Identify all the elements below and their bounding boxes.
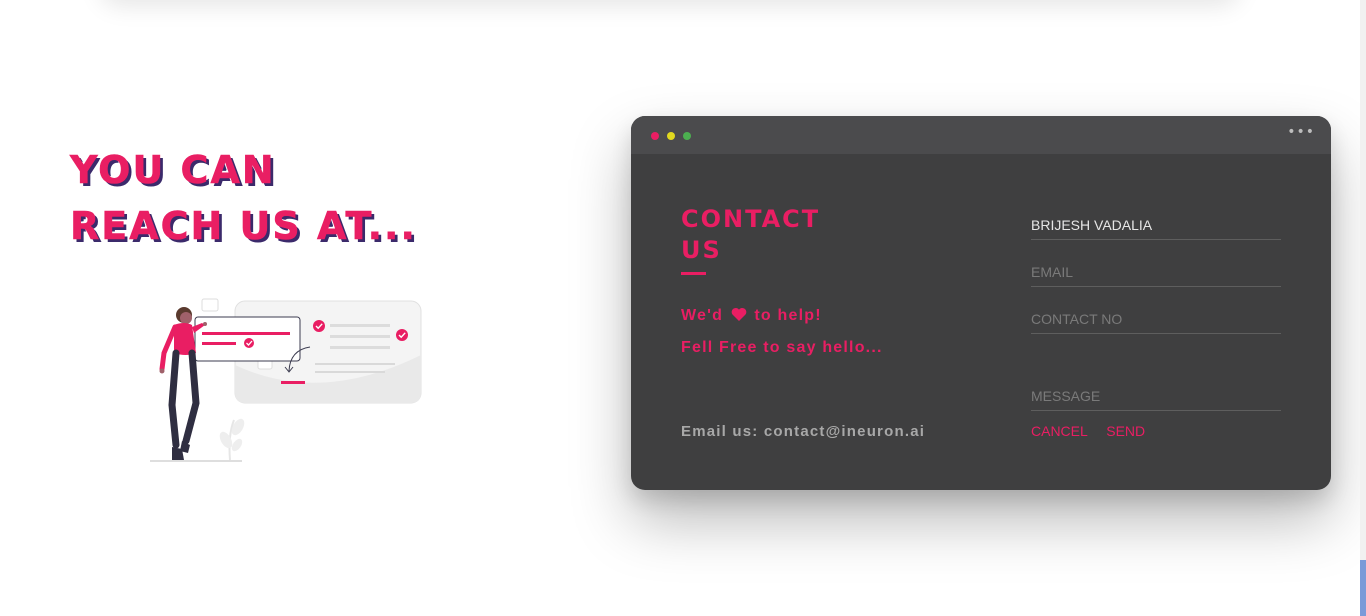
page-headline: YOU CAN REACH US AT...	[70, 142, 417, 254]
name-field	[1031, 210, 1281, 240]
contact-card: ••• CONTACT US We'd to help! Fell Free t…	[631, 116, 1331, 490]
phone-field	[1031, 304, 1281, 334]
scrollbar-track[interactable]	[1360, 0, 1366, 616]
contact-title-line-2: US	[681, 236, 722, 264]
window-title-bar: •••	[631, 116, 1331, 154]
send-button[interactable]: SEND	[1106, 423, 1145, 439]
window-close-dot[interactable]	[651, 132, 659, 140]
scrollbar-thumb[interactable]	[1360, 560, 1366, 616]
more-options-icon[interactable]: •••	[1287, 124, 1315, 140]
headline-line-2: REACH US AT...	[70, 204, 417, 249]
email-field	[1031, 257, 1281, 287]
help-text-before: We'd	[681, 307, 724, 324]
contact-title-line-1: CONTACT	[681, 205, 821, 233]
email-input[interactable]	[1031, 257, 1281, 286]
contact-illustration	[150, 298, 422, 462]
email-contact-text: Email us: contact@ineuron.ai	[681, 423, 926, 440]
help-text: We'd to help!	[681, 307, 822, 325]
title-underline	[681, 272, 706, 275]
contact-title: CONTACT US	[681, 204, 820, 266]
contact-number-input[interactable]	[1031, 304, 1281, 333]
window-minimize-dot[interactable]	[667, 132, 675, 140]
form-actions: CANCEL SEND	[1031, 423, 1159, 441]
headline-line-1: YOU CAN	[70, 148, 276, 193]
window-maximize-dot[interactable]	[683, 132, 691, 140]
cancel-button[interactable]: CANCEL	[1031, 423, 1088, 439]
name-input[interactable]	[1031, 210, 1281, 239]
hello-text: Fell Free to say hello...	[681, 339, 883, 356]
help-text-after: to help!	[754, 307, 822, 324]
message-field	[1031, 381, 1281, 411]
heart-icon	[731, 307, 747, 321]
message-input[interactable]	[1031, 381, 1281, 410]
